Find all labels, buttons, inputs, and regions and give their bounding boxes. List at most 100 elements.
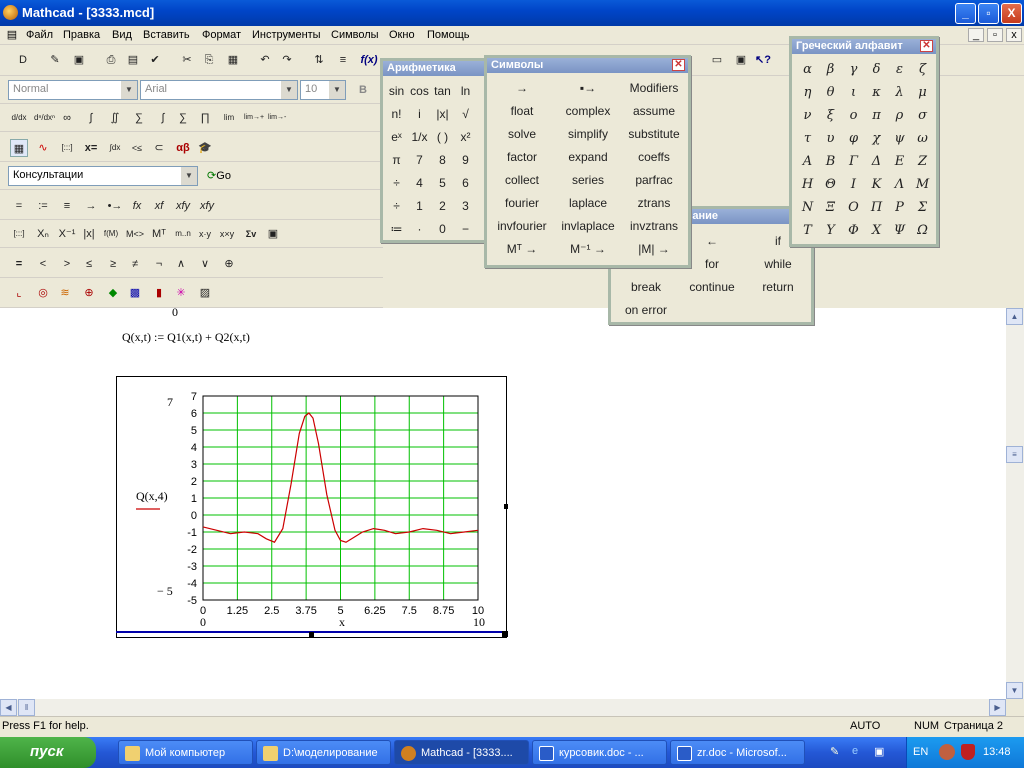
menu-edit[interactable]: Правка xyxy=(63,29,100,41)
symbolic-item[interactable]: factor xyxy=(489,146,555,169)
inverse-icon[interactable]: X⁻¹ xyxy=(58,225,76,243)
desktop-icon[interactable]: ▣ xyxy=(874,745,884,758)
close-icon[interactable]: ✕ xyxy=(920,40,933,52)
symbolic-item[interactable]: float xyxy=(489,100,555,123)
arithmetic-item[interactable]: 2 xyxy=(431,195,454,218)
close-icon[interactable]: ✕ xyxy=(672,59,685,71)
summation-icon[interactable]: ∑ xyxy=(174,109,192,127)
3d-bar-icon[interactable]: ▩ xyxy=(126,284,144,302)
greek-item[interactable]: κ xyxy=(865,81,888,104)
programming-item[interactable]: while xyxy=(745,253,811,276)
greek-item[interactable]: φ xyxy=(842,127,865,150)
arithmetic-item[interactable]: √ xyxy=(454,103,477,126)
arithmetic-item[interactable]: 1 xyxy=(408,195,431,218)
infix-op-icon[interactable]: xfy xyxy=(172,197,194,215)
greek-item[interactable]: ε xyxy=(888,58,911,81)
arithmetic-item[interactable]: ÷ xyxy=(385,172,408,195)
arithmetic-item[interactable]: 5 xyxy=(431,172,454,195)
redo-icon[interactable]: ↷ xyxy=(278,51,296,69)
symbolic-item[interactable]: laplace xyxy=(555,192,621,215)
greek-item[interactable]: χ xyxy=(865,127,888,150)
sum-range-icon[interactable]: ∬ xyxy=(106,109,124,127)
greater-equal-icon[interactable]: ≥ xyxy=(104,255,122,273)
greek-item[interactable]: σ xyxy=(911,104,934,127)
vector-field-icon[interactable]: ▮ xyxy=(150,284,168,302)
undo-icon[interactable]: ↶ xyxy=(256,51,274,69)
resource-select[interactable]: Консультации ▼ xyxy=(8,166,198,186)
print-preview-icon[interactable]: ▤ xyxy=(124,51,142,69)
definition-icon[interactable]: := xyxy=(34,197,52,215)
go-button[interactable]: ⟳Go xyxy=(202,167,236,185)
arithmetic-item[interactable]: ÷ xyxy=(385,195,408,218)
arithmetic-item[interactable]: 3 xyxy=(454,195,477,218)
menu-window[interactable]: Окно xyxy=(389,29,415,41)
menu-symbols[interactable]: Символы xyxy=(331,29,379,41)
close-button[interactable]: X xyxy=(1001,3,1022,24)
greek-item[interactable]: Γ xyxy=(842,150,865,173)
global-def-icon[interactable]: ≡ xyxy=(58,197,76,215)
greek-item[interactable]: ι xyxy=(842,81,865,104)
font-select[interactable]: Arial ▼ xyxy=(140,80,298,100)
equal-icon[interactable]: = xyxy=(10,255,28,273)
greek-item[interactable]: Σ xyxy=(911,196,934,219)
greek-item[interactable]: Υ xyxy=(819,219,842,242)
greek-item[interactable]: Ν xyxy=(796,196,819,219)
style-select[interactable]: Normal ▼ xyxy=(8,80,138,100)
zoom-icon[interactable]: ▨ xyxy=(196,284,214,302)
greek-item[interactable]: γ xyxy=(842,58,865,81)
arithmetic-item[interactable]: i xyxy=(408,103,431,126)
arithmetic-item[interactable]: tan xyxy=(431,80,454,103)
resize-handle[interactable] xyxy=(309,632,314,637)
horizontal-scrollbar[interactable]: ◀ ‖ ▶ xyxy=(0,699,1006,716)
arithmetic-item[interactable]: ln xyxy=(454,80,477,103)
new-icon[interactable]: D xyxy=(14,51,32,69)
scroll-thumb[interactable]: ≡ xyxy=(1006,446,1023,463)
worksheet[interactable]: 0 Q(x,t) := Q1(x,t) + Q2(x,t) 0 1.25 2.5 3.… xyxy=(0,305,1006,699)
scroll-down-button[interactable]: ▼ xyxy=(1006,682,1023,699)
picture-icon[interactable]: ▣ xyxy=(264,225,282,243)
minimize-button[interactable]: _ xyxy=(955,3,976,24)
greek-item[interactable]: Ζ xyxy=(911,150,934,173)
postfix-op-icon[interactable]: xf xyxy=(150,197,168,215)
greek-item[interactable]: λ xyxy=(888,81,911,104)
insert-function-icon[interactable]: f(x) xyxy=(360,51,378,69)
arithmetic-item[interactable]: x² xyxy=(454,126,477,149)
symbolic-item[interactable]: Modifiers xyxy=(621,77,687,100)
greek-item[interactable]: Δ xyxy=(865,150,888,173)
nth-derivative-icon[interactable]: dⁿ/dxⁿ xyxy=(34,109,55,127)
language-indicator[interactable]: EN xyxy=(913,746,928,758)
align-down-icon[interactable]: ≡ xyxy=(334,51,352,69)
programming-item[interactable] xyxy=(679,299,745,322)
menu-format[interactable]: Формат xyxy=(202,29,241,41)
programming-item[interactable]: break xyxy=(613,276,679,299)
symbolic-item[interactable]: expand xyxy=(555,146,621,169)
surface-plot-icon[interactable]: ≋ xyxy=(56,284,74,302)
or-icon[interactable]: ∨ xyxy=(196,255,214,273)
xy-plot-icon[interactable]: ⌞ xyxy=(10,284,28,302)
arithmetic-item[interactable]: 1/x xyxy=(408,126,431,149)
programming-item[interactable]: return xyxy=(745,276,811,299)
print-icon[interactable]: ⎙ xyxy=(102,51,120,69)
size-select[interactable]: 10 ▼ xyxy=(300,80,346,100)
document-icon[interactable]: ▤ xyxy=(4,28,20,42)
symbolic-item[interactable]: parfrac xyxy=(621,169,687,192)
scroll-left-button[interactable]: ◀ xyxy=(0,699,17,716)
task-kursovik[interactable]: курсовик.doc - ... xyxy=(532,740,667,765)
column-icon[interactable]: M<> xyxy=(126,225,144,243)
arithmetic-item[interactable]: · xyxy=(408,218,431,241)
greek-palette-title[interactable]: Греческий алфавит ✕ xyxy=(792,39,936,54)
graph-icon[interactable]: ∿ xyxy=(34,139,52,157)
greek-item[interactable]: π xyxy=(865,104,888,127)
xy-plot[interactable]: 0 1.25 2.5 3.75 5 6.25 7.5 8.75 1076543210-1-2-3… xyxy=(116,376,508,640)
cut-icon[interactable]: ✂ xyxy=(178,51,196,69)
quicklaunch-icon[interactable]: ✎ xyxy=(830,745,839,758)
greek-item[interactable]: α xyxy=(796,58,819,81)
product-icon-2[interactable]: ∏ xyxy=(196,109,214,127)
resize-handle[interactable] xyxy=(502,631,508,637)
symbolic-item[interactable]: simplify xyxy=(555,123,621,146)
programming-item[interactable]: continue xyxy=(679,276,745,299)
greek-item[interactable]: Μ xyxy=(911,173,934,196)
greek-item[interactable]: Β xyxy=(819,150,842,173)
programming-icon[interactable]: ⊂ xyxy=(150,139,168,157)
paste-icon[interactable]: ▦ xyxy=(224,51,242,69)
